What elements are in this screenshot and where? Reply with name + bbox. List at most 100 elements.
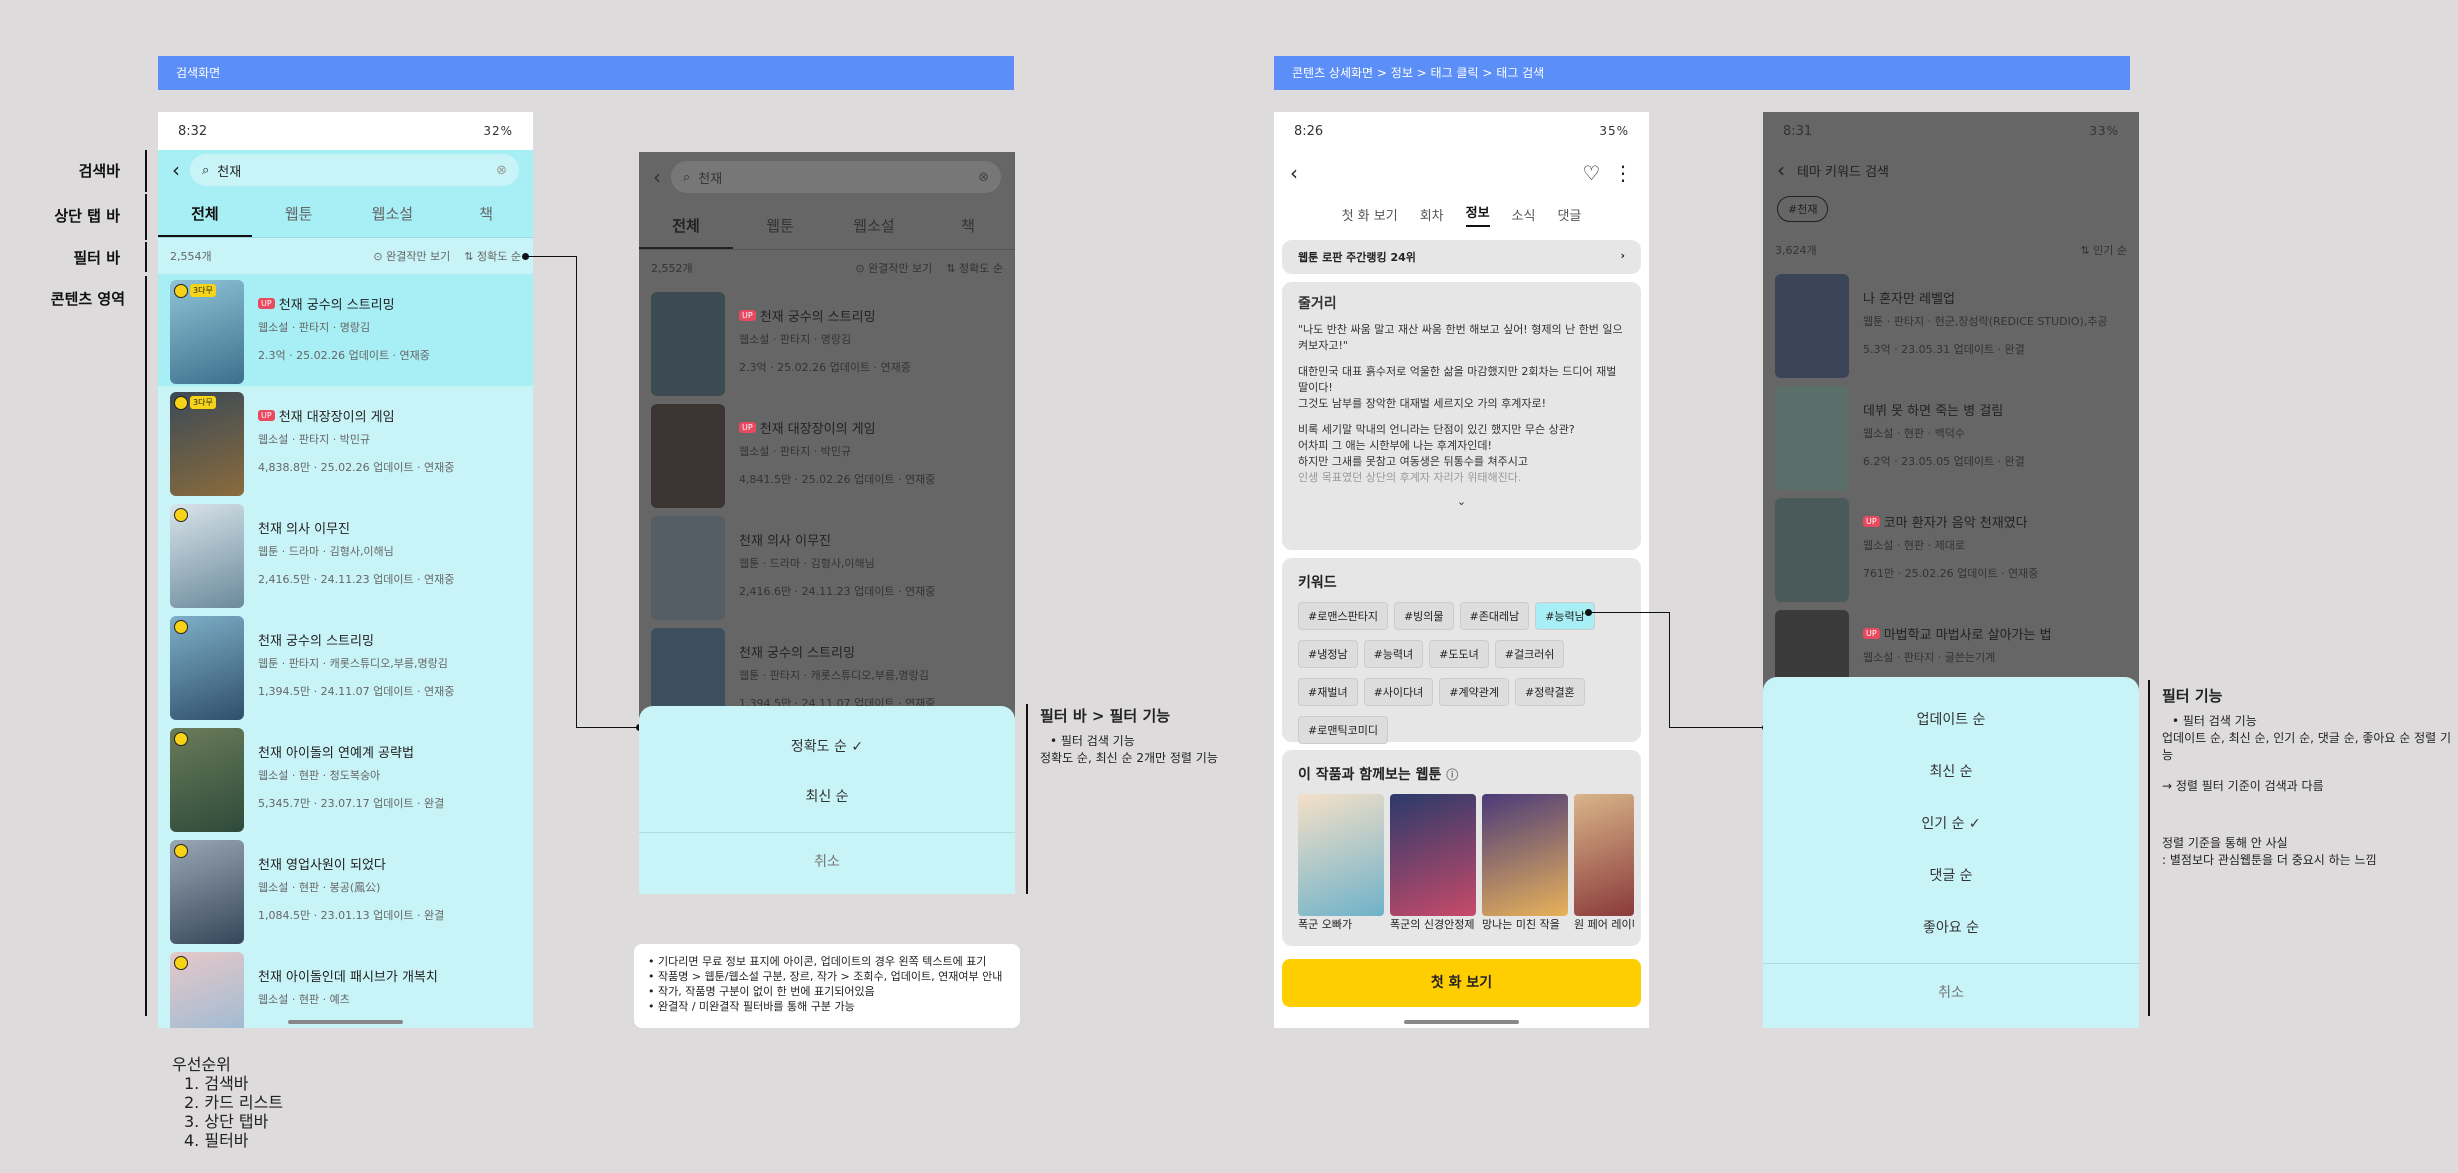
keyword-tag[interactable]: #로맨틱코미디 bbox=[1298, 716, 1388, 744]
list-item[interactable]: 천재 아이돌의 연예계 공략법 웹소설 · 현판 · 청도복숭아 5,345.7만 … bbox=[158, 722, 533, 834]
tab-all[interactable]: 전체 bbox=[639, 202, 733, 249]
tab-webtoon[interactable]: 웹툰 bbox=[733, 202, 827, 249]
keyword-section: 키워드 #로맨스판타지 #빙의물 #존대레남 #능력남 #냉정남 #능력녀 #도도녀 #걸크… bbox=[1282, 558, 1641, 744]
sort-button[interactable]: ⇅ 정확도 순 bbox=[946, 260, 1003, 276]
keyword-tag[interactable]: #빙의물 bbox=[1393, 602, 1454, 630]
search-icon: ⌕ bbox=[683, 169, 691, 185]
rec-item[interactable]: 폭군 오빠가 bbox=[1298, 794, 1384, 932]
heart-icon[interactable]: ♡ bbox=[1582, 161, 1600, 185]
back-icon[interactable]: ‹ bbox=[1777, 158, 1785, 182]
list-item[interactable]: UP 코마 환자가 음악 천재였다 웹소설 · 현판 · 제대로 761만 · 25.… bbox=[1763, 492, 2139, 604]
keyword-tag[interactable]: #사이다녀 bbox=[1363, 678, 1434, 706]
sort-button[interactable]: ⇅ 정확도 순 bbox=[464, 248, 521, 264]
phone-detail-screen: 8:26 35% ‹ ♡ ⋮ 첫 화 보기 회차 정보 소식 댓글 웹툰 로판 주간… bbox=[1274, 112, 1649, 1028]
list-item[interactable]: 나 혼자만 레벨업 웹툰 · 판타지 · 현군,장성락(REDICE STUDIO… bbox=[1763, 268, 2139, 380]
list-item[interactable]: 천재 영업사원이 되었다 웹소설 · 현판 · 봉공(鳳公) 1,084.5만 · … bbox=[158, 834, 533, 946]
check-icon: ✓ bbox=[1968, 816, 1981, 832]
tab-webnovel[interactable]: 웹소설 bbox=[346, 190, 440, 237]
cover-image bbox=[651, 404, 725, 508]
keyword-tag[interactable]: #재벌녀 bbox=[1298, 678, 1358, 706]
keyword-chip[interactable]: #천재 bbox=[1777, 196, 1829, 222]
status-time: 8:26 bbox=[1294, 123, 1324, 139]
cancel-button[interactable]: 취소 bbox=[639, 851, 1015, 871]
search-input[interactable]: ⌕ 천재 ⊗ bbox=[190, 154, 519, 186]
cover-image bbox=[170, 504, 244, 608]
tab-episodes[interactable]: 회차 bbox=[1420, 205, 1444, 224]
sort-option-comments[interactable]: 댓글 순 bbox=[1763, 865, 2139, 885]
phone-search-screen: 8:32 32% ‹ ⌕ 천재 ⊗ 전체 웹툰 웹소설 책 2,554개 ⊙ 완결… bbox=[158, 112, 533, 1028]
complete-only-toggle[interactable]: ⊙ 완결작만 보기 bbox=[855, 260, 932, 276]
back-icon[interactable]: ‹ bbox=[653, 165, 661, 189]
rec-item[interactable]: 원 페어 레이디 bbox=[1574, 794, 1634, 932]
note-filter-function: 필터 바 > 필터 기능 • 필터 검색 기능 정확도 순, 최신 순 2개만 … bbox=[1040, 707, 1218, 766]
filter-bar: 2,552개 ⊙ 완결작만 보기 ⇅ 정확도 순 bbox=[639, 250, 1015, 286]
tab-webnovel[interactable]: 웹소설 bbox=[827, 202, 921, 249]
cover-image bbox=[170, 728, 244, 832]
keyword-tag[interactable]: #능력녀 bbox=[1363, 640, 1424, 668]
keyword-tag-highlighted[interactable]: #능력남 bbox=[1535, 602, 1595, 630]
cancel-button[interactable]: 취소 bbox=[1763, 982, 2139, 1002]
wait-free-icon bbox=[174, 844, 188, 858]
check-icon: ✓ bbox=[851, 739, 864, 755]
keyword-tag[interactable]: #냉정남 bbox=[1298, 640, 1358, 668]
list-item[interactable]: UP 천재 대장장이의 게임 웹소설 · 판타지 · 박민규 4,841.5만 · 2… bbox=[639, 398, 1015, 510]
label-top-tab-bar: 상단 탭 바 bbox=[54, 207, 120, 225]
wait-free-icon bbox=[174, 732, 188, 746]
cover-image bbox=[651, 516, 725, 620]
list-item[interactable]: 천재 의사 이무진 웹툰 · 드라마 · 김형사,이해님 2,416.5만 · 24… bbox=[158, 498, 533, 610]
first-episode-button[interactable]: 첫 화 보기 bbox=[1282, 959, 1641, 1007]
content-list: 3다무 UP 천재 궁수의 스트리밍 웹소설 · 판타지 · 명랑김 2.3억 · 2… bbox=[158, 274, 533, 1028]
sort-option-latest[interactable]: 최신 순 bbox=[1763, 761, 2139, 781]
clear-icon[interactable]: ⊗ bbox=[978, 170, 989, 185]
list-item[interactable]: 3다무 UP 천재 대장장이의 게임 웹소설 · 판타지 · 박민규 4,838.8만… bbox=[158, 386, 533, 498]
tab-info[interactable]: 정보 bbox=[1465, 202, 1490, 227]
list-item[interactable]: 데뷔 못 하면 죽는 병 걸림 웹소설 · 현판 · 백덕수 6.2억 · 23.0… bbox=[1763, 380, 2139, 492]
wait-free-icon bbox=[174, 396, 188, 410]
back-icon[interactable]: ‹ bbox=[1290, 161, 1298, 185]
keyword-tag[interactable]: #정략결혼 bbox=[1514, 678, 1585, 706]
more-icon[interactable]: ⋮ bbox=[1613, 161, 1633, 185]
keyword-tag[interactable]: #존대레남 bbox=[1459, 602, 1530, 630]
keyword-tag[interactable]: #로맨스판타지 bbox=[1298, 602, 1388, 630]
list-item[interactable]: 3다무 UP 천재 궁수의 스트리밍 웹소설 · 판타지 · 명랑김 2.3억 · 2… bbox=[158, 274, 533, 386]
search-input[interactable]: ⌕ 천재 ⊗ bbox=[671, 161, 1001, 193]
result-count: 3,624개 bbox=[1775, 244, 1817, 257]
sort-option-update[interactable]: 업데이트 순 bbox=[1763, 709, 2139, 729]
tab-first-episode[interactable]: 첫 화 보기 bbox=[1342, 205, 1398, 224]
ranking-banner[interactable]: 웹툰 로판 주간랭킹 24위 › bbox=[1282, 240, 1641, 274]
tab-news[interactable]: 소식 bbox=[1512, 205, 1536, 224]
note-filter-function-2: 필터 기능 • 필터 검색 기능 업데이트 순, 최신 순, 인기 순, 댓글 … bbox=[2162, 687, 2452, 868]
back-icon[interactable]: ‹ bbox=[172, 158, 180, 182]
status-battery: 32% bbox=[483, 124, 513, 138]
tab-book[interactable]: 책 bbox=[921, 202, 1015, 249]
wait-free-icon bbox=[174, 956, 188, 970]
list-item[interactable]: 천재 의사 이무진 웹툰 · 드라마 · 김형사,이해님 2,416.6만 · 24… bbox=[639, 510, 1015, 622]
tab-comments[interactable]: 댓글 bbox=[1557, 205, 1581, 224]
keyword-tag[interactable]: #걸크러쉬 bbox=[1494, 640, 1565, 668]
help-icon[interactable]: ⓘ bbox=[1446, 768, 1458, 782]
list-item[interactable]: 천재 궁수의 스트리밍 웹툰 · 판타지 · 캐롯스튜디오,부릉,명랑김 1,394… bbox=[158, 610, 533, 722]
sort-option-likes[interactable]: 좋아요 순 bbox=[1763, 917, 2139, 937]
sort-option-accuracy[interactable]: 정확도 순 ✓ bbox=[639, 736, 1015, 756]
complete-only-toggle[interactable]: ⊙ 완결작만 보기 bbox=[373, 248, 450, 264]
tab-book[interactable]: 책 bbox=[439, 190, 533, 237]
rec-item[interactable]: 망나는 미친 작을 bbox=[1482, 794, 1568, 932]
clear-icon[interactable]: ⊗ bbox=[496, 163, 507, 178]
tab-all[interactable]: 전체 bbox=[158, 190, 252, 237]
expand-icon[interactable]: ⌄ bbox=[1298, 494, 1625, 510]
tab-webtoon[interactable]: 웹툰 bbox=[252, 190, 346, 237]
cover-image bbox=[651, 292, 725, 396]
keyword-tag[interactable]: #계약관계 bbox=[1439, 678, 1509, 706]
list-item[interactable]: UP 천재 궁수의 스트리밍 웹소설 · 판타지 · 명랑김 2.3억 · 25.02… bbox=[639, 286, 1015, 398]
cover-image bbox=[1775, 498, 1849, 602]
rec-item[interactable]: 폭군의 신경안정제 bbox=[1390, 794, 1476, 932]
wait-free-icon bbox=[174, 284, 188, 298]
search-value: 천재 bbox=[217, 164, 242, 180]
filter-bar: 2,554개 ⊙ 완결작만 보기 ⇅ 정확도 순 bbox=[158, 238, 533, 274]
sort-option-latest[interactable]: 최신 순 bbox=[639, 786, 1015, 806]
keyword-tag[interactable]: #도도녀 bbox=[1429, 640, 1489, 668]
home-indicator bbox=[1404, 1020, 1519, 1024]
list-item[interactable]: 천재 아이돌인데 패시브가 개복치 웹소설 · 현판 · 예츠 bbox=[158, 946, 533, 1028]
sort-option-popular[interactable]: 인기 순 ✓ bbox=[1763, 813, 2139, 833]
sort-button[interactable]: ⇅ 인기 순 bbox=[2080, 242, 2127, 258]
